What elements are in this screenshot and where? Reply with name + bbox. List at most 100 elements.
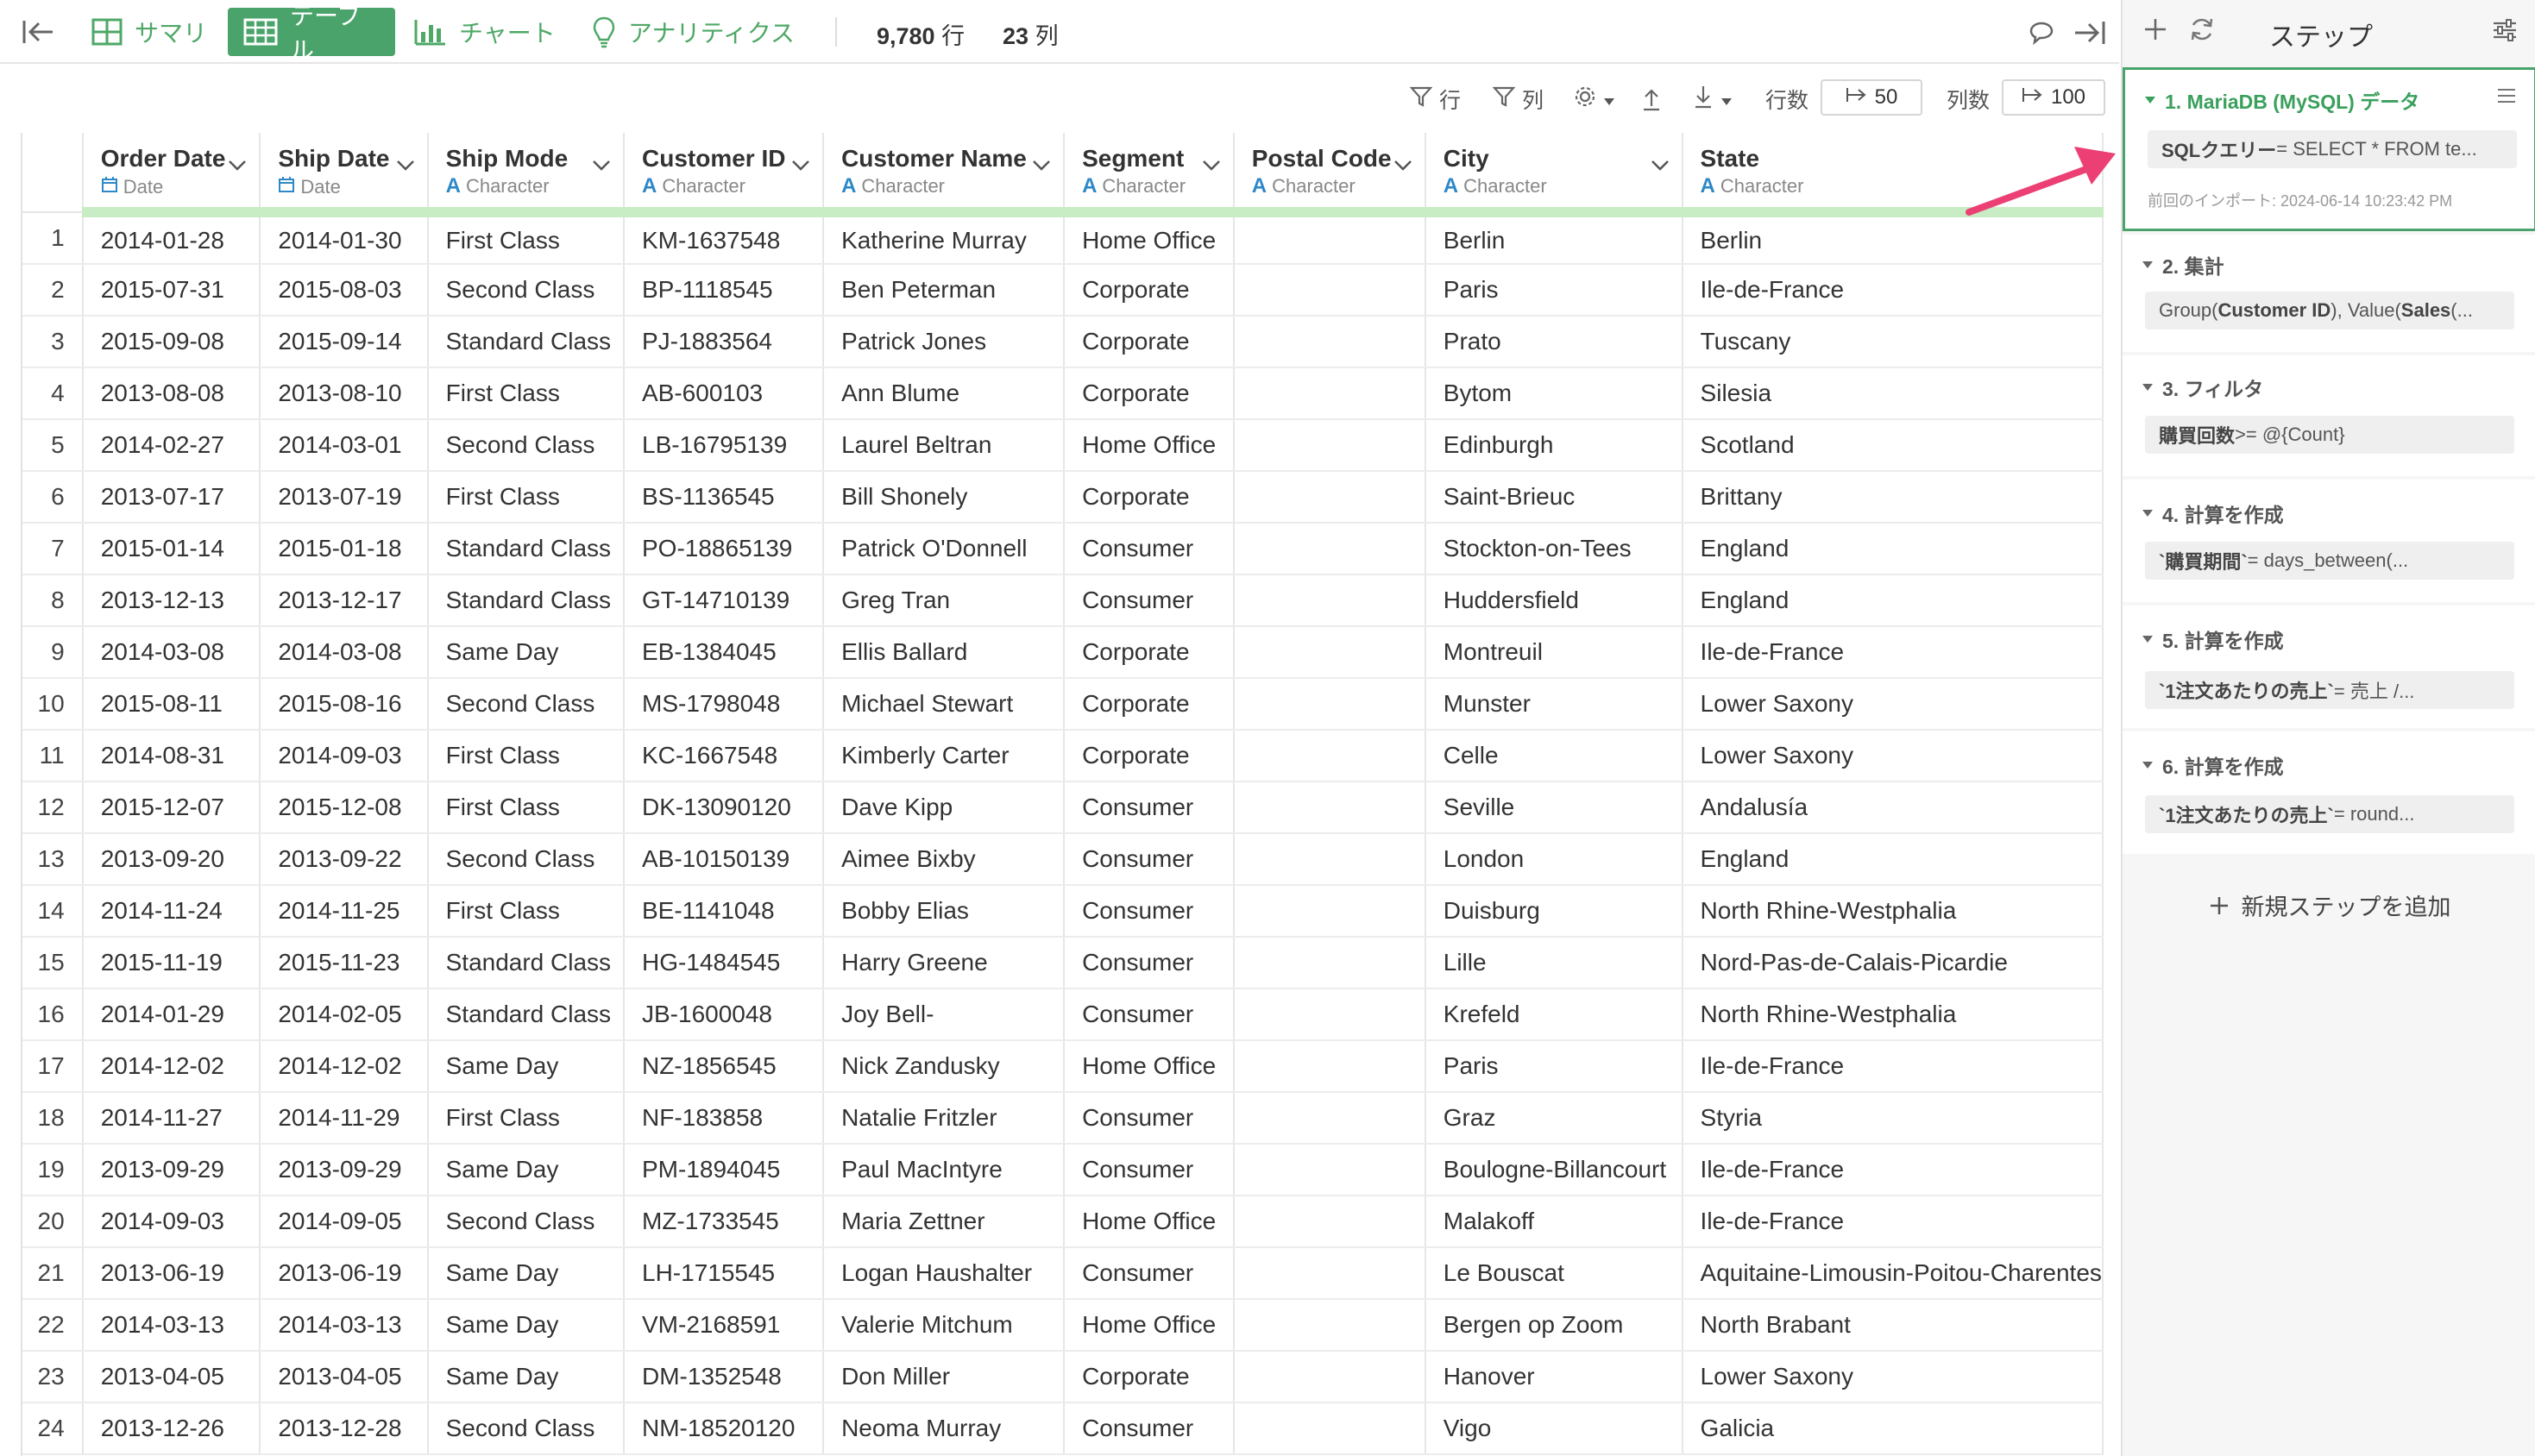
table-cell[interactable]: Corporate: [1064, 264, 1235, 317]
table-cell[interactable]: 2015-12-08: [260, 781, 429, 834]
table-cell[interactable]: [1233, 316, 1426, 368]
table-cell[interactable]: 2013-09-29: [260, 1144, 429, 1196]
table-cell[interactable]: Corporate: [1064, 626, 1235, 679]
table-cell[interactable]: 2014-03-08: [82, 626, 261, 679]
table-row[interactable]: 7 2015-01-14 2015-01-18 Standard Class PO-18…: [22, 523, 2104, 575]
table-cell[interactable]: Second Class: [427, 1196, 626, 1248]
table-cell[interactable]: Home Office: [1064, 1299, 1235, 1352]
table-cell[interactable]: Ile-de-France: [1682, 626, 2104, 679]
step-5-title-row[interactable]: 5. 計算を作成: [2142, 624, 2284, 654]
table-cell[interactable]: First Class: [427, 471, 626, 524]
chevron-down-icon[interactable]: [1032, 150, 1051, 178]
table-cell[interactable]: Styria: [1682, 1092, 2104, 1145]
table-cell[interactable]: 2013-07-19: [260, 471, 429, 524]
plus-icon[interactable]: [2143, 17, 2167, 46]
column-header[interactable]: Customer Name A Character: [823, 133, 1066, 217]
table-row[interactable]: 23 2013-04-05 2013-04-05 Same Day DM-1352548…: [22, 1351, 2104, 1403]
chevron-down-icon[interactable]: [396, 150, 415, 178]
table-cell[interactable]: 2014-03-13: [82, 1299, 261, 1352]
table-cell[interactable]: First Class: [427, 781, 626, 834]
table-cell[interactable]: Brittany: [1682, 471, 2104, 524]
table-cell[interactable]: Natalie Fritzler: [823, 1092, 1066, 1145]
table-cell[interactable]: 2015-08-11: [82, 678, 261, 731]
table-cell[interactable]: Logan Haushalter: [823, 1247, 1066, 1300]
step-1-body[interactable]: SQLクエリー = SELECT * FROM te...: [2148, 130, 2517, 168]
table-cell[interactable]: Bergen op Zoom: [1425, 1299, 1683, 1352]
table-cell[interactable]: BE-1141048: [624, 885, 825, 938]
table-cell[interactable]: Vigo: [1425, 1403, 1683, 1455]
table-row[interactable]: 15 2015-11-19 2015-11-23 Standard Class HG-1…: [22, 937, 2104, 989]
table-cell[interactable]: 2013-12-13: [82, 574, 261, 627]
table-cell[interactable]: [1233, 1351, 1426, 1403]
table-cell[interactable]: VM-2168591: [624, 1299, 825, 1352]
table-cell[interactable]: LB-16795139: [624, 419, 825, 472]
table-cell[interactable]: 2013-04-05: [260, 1351, 429, 1403]
step-6-title-row[interactable]: 6. 計算を作成: [2142, 750, 2284, 780]
table-cell[interactable]: Malakoff: [1425, 1196, 1683, 1248]
tab-summary[interactable]: サマリ: [76, 8, 223, 56]
table-cell[interactable]: 2014-09-03: [82, 1196, 261, 1248]
table-cell[interactable]: [1233, 574, 1426, 627]
table-cell[interactable]: Krefeld: [1425, 988, 1683, 1041]
table-cell[interactable]: 2014-02-05: [260, 988, 429, 1041]
table-cell[interactable]: Lower Saxony: [1682, 730, 2104, 782]
table-cell[interactable]: Standard Class: [427, 988, 626, 1041]
table-cell[interactable]: 2015-08-03: [260, 264, 429, 317]
table-cell[interactable]: London: [1425, 833, 1683, 886]
table-cell[interactable]: Montreuil: [1425, 626, 1683, 679]
comment-icon[interactable]: [2024, 16, 2059, 50]
table-cell[interactable]: Silesia: [1682, 367, 2104, 420]
table-cell[interactable]: Berlin: [1682, 212, 2104, 265]
table-row[interactable]: 24 2013-12-26 2013-12-28 Second Class NM-185…: [22, 1403, 2104, 1455]
table-cell[interactable]: LH-1715545: [624, 1247, 825, 1300]
table-cell[interactable]: 2013-08-08: [82, 367, 261, 420]
chevron-down-icon[interactable]: [592, 150, 611, 178]
table-cell[interactable]: England: [1682, 574, 2104, 627]
column-header[interactable]: Ship Date Date: [260, 133, 429, 217]
table-cell[interactable]: Patrick Jones: [823, 316, 1066, 368]
table-cell[interactable]: Second Class: [427, 264, 626, 317]
table-row[interactable]: 9 2014-03-08 2014-03-08 Same Day EB-1384045 E…: [22, 626, 2104, 679]
table-cell[interactable]: North Brabant: [1682, 1299, 2104, 1352]
table-cell[interactable]: Ellis Ballard: [823, 626, 1066, 679]
table-cell[interactable]: Munster: [1425, 678, 1683, 731]
table-cell[interactable]: Nick Zandusky: [823, 1040, 1066, 1093]
table-cell[interactable]: 2013-06-19: [260, 1247, 429, 1300]
chevron-down-icon[interactable]: [1651, 150, 1670, 178]
table-cell[interactable]: Stockton-on-Tees: [1425, 523, 1683, 575]
table-row[interactable]: 19 2013-09-29 2013-09-29 Same Day PM-1894045…: [22, 1144, 2104, 1196]
row-filter-button[interactable]: 行: [1409, 83, 1461, 116]
table-cell[interactable]: Nord-Pas-de-Calais-Picardie: [1682, 937, 2104, 989]
table-cell[interactable]: Seville: [1425, 781, 1683, 834]
table-cell[interactable]: Graz: [1425, 1092, 1683, 1145]
table-cell[interactable]: [1233, 678, 1426, 731]
table-row[interactable]: 2 2015-07-31 2015-08-03 Second Class BP-1118…: [22, 264, 2104, 317]
table-cell[interactable]: Berlin: [1425, 212, 1683, 265]
table-cell[interactable]: HG-1484545: [624, 937, 825, 989]
table-cell[interactable]: Paris: [1425, 1040, 1683, 1093]
table-cell[interactable]: Duisburg: [1425, 885, 1683, 938]
table-cell[interactable]: [1233, 988, 1426, 1041]
table-cell[interactable]: 2014-11-25: [260, 885, 429, 938]
table-cell[interactable]: 2014-08-31: [82, 730, 261, 782]
table-cell[interactable]: [1233, 1040, 1426, 1093]
table-cell[interactable]: Same Day: [427, 1351, 626, 1403]
table-row[interactable]: 22 2014-03-13 2014-03-13 Same Day VM-2168591…: [22, 1299, 2104, 1352]
table-cell[interactable]: Saint-Brieuc: [1425, 471, 1683, 524]
step-3-title-row[interactable]: 3. フィルタ: [2142, 373, 2263, 402]
table-cell[interactable]: GT-14710139: [624, 574, 825, 627]
table-cell[interactable]: Consumer: [1064, 833, 1235, 886]
table-row[interactable]: 1 2014-01-28 2014-01-30 First Class KM-16375…: [22, 212, 2104, 265]
sliders-settings-icon[interactable]: [2492, 17, 2518, 47]
table-cell[interactable]: [1233, 471, 1426, 524]
table-cell[interactable]: Prato: [1425, 316, 1683, 368]
chevron-down-icon[interactable]: [1202, 150, 1221, 178]
table-cell[interactable]: PO-18865139: [624, 523, 825, 575]
table-cell[interactable]: Le Bouscat: [1425, 1247, 1683, 1300]
table-cell[interactable]: 2014-01-30: [260, 212, 429, 265]
table-cell[interactable]: Home Office: [1064, 212, 1235, 265]
table-cell[interactable]: [1233, 212, 1426, 265]
table-cell[interactable]: First Class: [427, 367, 626, 420]
table-cell[interactable]: DM-1352548: [624, 1351, 825, 1403]
table-cell[interactable]: Lower Saxony: [1682, 678, 2104, 731]
